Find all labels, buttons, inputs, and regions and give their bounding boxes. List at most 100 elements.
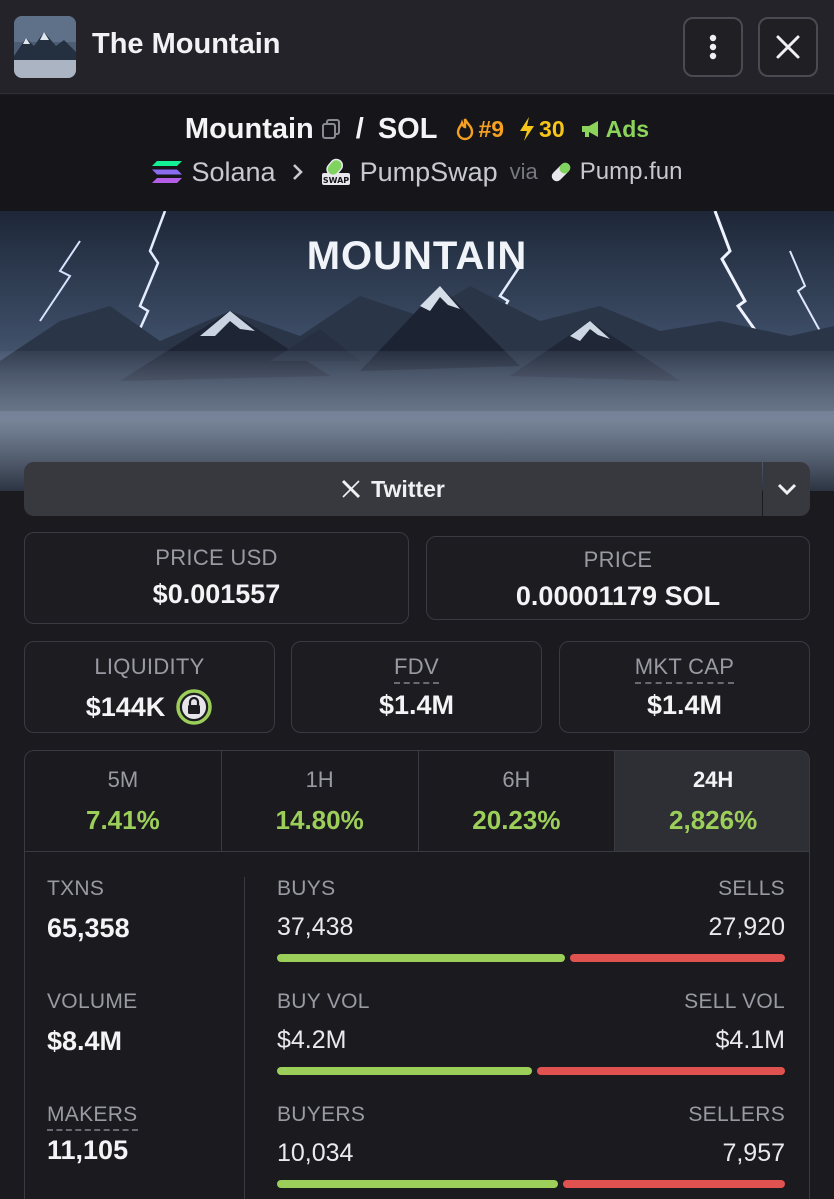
sells-label: SELLS — [718, 877, 785, 900]
top-bar: The Mountain — [0, 0, 834, 94]
window-title: The Mountain — [92, 28, 281, 60]
lock-icon[interactable] — [175, 688, 213, 726]
base-token-name: Mountain — [184, 112, 314, 145]
buy-vol-bar-fill — [277, 1067, 532, 1075]
tab-24h-change: 2,826% — [669, 805, 758, 835]
banner-text: MOUNTAIN — [307, 234, 528, 278]
via-label: via — [509, 159, 538, 184]
buys-label: BUYS — [277, 877, 336, 900]
fdv-label[interactable]: FDV — [394, 654, 439, 684]
buy-vol-label: BUY VOL — [277, 990, 370, 1013]
close-icon — [776, 35, 800, 59]
sell-vol-value: $4.1M — [715, 1026, 785, 1054]
txns-label: TXNS — [47, 877, 105, 900]
buy-sell-volume-ratio: BUY VOL SELL VOL $4.2M $4.1M — [277, 990, 785, 1075]
pumpswap-icon: SWAP — [321, 158, 350, 185]
buy-sell-volume-bar — [277, 1067, 785, 1075]
megaphone-icon — [581, 121, 598, 137]
timeframe-tabs: 5M 7.41% 1H 14.80% 6H 20.23% 24H 2,826% — [25, 751, 809, 852]
buys-sells-ratio: BUYS SELLS 37,438 27,920 — [277, 877, 785, 962]
tab-5m[interactable]: 5M 7.41% — [25, 751, 222, 851]
makers-label[interactable]: MAKERS — [47, 1103, 138, 1131]
sells-value: 27,920 — [708, 913, 785, 941]
pill-icon — [551, 162, 571, 182]
tab-1h-change: 14.80% — [275, 805, 364, 835]
dex-name[interactable]: PumpSwap — [360, 157, 498, 188]
pair-title-row: Mountain / SOL #9 30 Ads — [0, 109, 834, 149]
buyers-label: BUYERS — [277, 1103, 366, 1126]
sells-bar-fill — [570, 954, 785, 962]
sell-vol-bar-fill — [537, 1067, 785, 1075]
sellers-value: 7,957 — [722, 1139, 785, 1167]
chain-row: Solana SWAP PumpSwap via Pump.fun — [0, 153, 834, 191]
buyers-sellers-ratio: BUYERS SELLERS 10,034 7,957 — [277, 1103, 785, 1188]
pair-header: Mountain / SOL #9 30 Ads Solana SWAP Pum… — [0, 95, 834, 211]
price-usd-value: $0.001557 — [152, 579, 281, 609]
tab-6h-change: 20.23% — [472, 805, 561, 835]
txns-value: 65,358 — [47, 913, 130, 943]
ads-badge[interactable]: Ads — [579, 116, 649, 143]
tab-6h-label: 6H — [502, 767, 531, 792]
price-native-label: PRICE — [583, 547, 653, 572]
chain-name[interactable]: Solana — [191, 157, 275, 188]
buys-value: 37,438 — [277, 913, 354, 941]
buy-vol-value: $4.2M — [277, 1026, 347, 1054]
tab-24h-label: 24H — [692, 767, 734, 792]
txns-stat: TXNS 65,358 — [47, 877, 247, 944]
makers-stat: MAKERS 11,105 — [47, 1103, 247, 1166]
socials-dropdown-button[interactable] — [763, 462, 810, 516]
boost-badge[interactable]: 30 — [518, 116, 565, 143]
tab-24h[interactable]: 24H 2,826% — [615, 751, 809, 851]
pair-separator: / — [355, 112, 364, 145]
launchpad-name[interactable]: Pump.fun — [580, 158, 683, 186]
stats-divider — [244, 877, 245, 1199]
market-cap-value: $1.4M — [646, 690, 723, 720]
buyers-value: 10,034 — [277, 1139, 354, 1167]
liquidity-label: LIQUIDITY — [94, 654, 205, 679]
more-vertical-icon — [709, 34, 717, 60]
token-banner: MOUNTAIN — [0, 211, 834, 491]
volume-stat: VOLUME $8.4M — [47, 990, 247, 1057]
volume-value: $8.4M — [47, 1026, 123, 1056]
trending-rank-badge[interactable]: #9 — [455, 116, 504, 143]
fdv-card: FDV $1.4M — [291, 641, 542, 733]
tab-1h[interactable]: 1H 14.80% — [222, 751, 419, 851]
price-usd-card: PRICE USD $0.001557 — [24, 532, 409, 624]
sellers-bar-fill — [563, 1180, 785, 1188]
market-cap-card: MKT CAP $1.4M — [559, 641, 810, 733]
tab-6h[interactable]: 6H 20.23% — [419, 751, 616, 851]
copy-icon[interactable] — [320, 118, 342, 140]
market-cap-label[interactable]: MKT CAP — [634, 654, 735, 684]
solana-icon — [152, 161, 183, 183]
tab-1h-label: 1H — [305, 767, 334, 792]
buyers-bar-fill — [277, 1180, 558, 1188]
fdv-value: $1.4M — [378, 690, 455, 720]
liquidity-card: LIQUIDITY $144K — [24, 641, 275, 733]
lightning-icon — [520, 117, 535, 141]
chevron-right-icon — [292, 164, 303, 180]
trending-rank-value: #9 — [478, 115, 505, 142]
boost-count: 30 — [539, 115, 565, 142]
sellers-label: SELLERS — [688, 1103, 785, 1126]
x-logo-icon — [342, 479, 361, 499]
ads-label: Ads — [605, 115, 650, 142]
sell-vol-label: SELL VOL — [684, 990, 785, 1013]
liquidity-value-row: $144K — [25, 688, 274, 726]
twitter-link[interactable]: Twitter — [24, 462, 762, 516]
quote-token-name: SOL — [377, 112, 438, 145]
flame-icon — [457, 118, 474, 141]
price-usd-label: PRICE USD — [155, 545, 278, 570]
tab-5m-label: 5M — [107, 767, 139, 792]
buyers-sellers-bar — [277, 1180, 785, 1188]
twitter-label: Twitter — [371, 475, 445, 502]
buys-bar-fill — [277, 954, 565, 962]
volume-label: VOLUME — [47, 990, 138, 1013]
makers-value: 11,105 — [47, 1135, 129, 1165]
liquidity-value: $144K — [85, 691, 166, 722]
close-button[interactable] — [758, 17, 818, 77]
chevron-down-icon — [777, 483, 796, 496]
svg-text:SWAP: SWAP — [322, 176, 348, 185]
buys-sells-bar — [277, 954, 785, 962]
more-menu-button[interactable] — [683, 17, 743, 77]
stats-panel: 5M 7.41% 1H 14.80% 6H 20.23% 24H 2,826% … — [24, 750, 810, 1199]
